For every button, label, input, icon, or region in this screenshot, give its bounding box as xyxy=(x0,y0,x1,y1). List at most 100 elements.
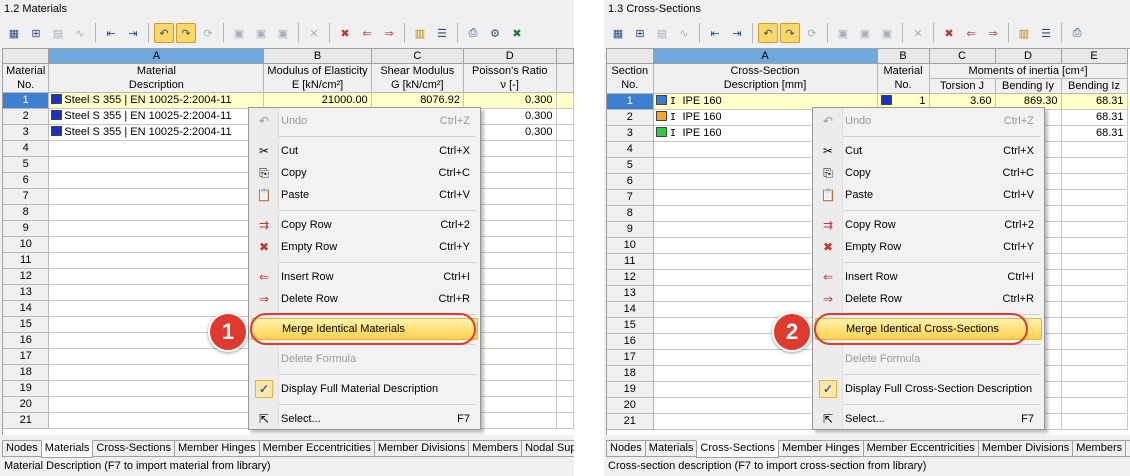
empty-cell[interactable] xyxy=(1061,349,1128,366)
empty-cell[interactable] xyxy=(1061,141,1128,158)
empty-cell[interactable] xyxy=(556,268,574,285)
empty-cell[interactable] xyxy=(48,236,265,253)
column-letter[interactable]: A xyxy=(653,49,878,64)
row-number[interactable]: 14 xyxy=(607,301,654,318)
sheet-tab[interactable]: Member Hinges xyxy=(174,441,260,457)
undo-arrow-icon[interactable]: ↶ xyxy=(154,23,174,43)
row-number[interactable]: 18 xyxy=(3,364,50,381)
empty-cell[interactable] xyxy=(48,140,265,157)
poisson-cell[interactable]: 0.300 xyxy=(463,92,557,109)
print-icon[interactable]: ⎙ xyxy=(463,23,483,43)
clear-icon[interactable]: ✕ xyxy=(304,23,324,43)
sheet-tab[interactable]: Member Divisions xyxy=(373,441,470,457)
row-number[interactable]: 3 xyxy=(607,125,654,142)
row-number[interactable]: 12 xyxy=(3,268,50,285)
refresh-icon[interactable]: ⟳ xyxy=(198,23,218,43)
shear-cell[interactable]: 8076.92 xyxy=(371,92,464,109)
table-icon[interactable]: ▤ xyxy=(48,23,68,43)
empty-cell[interactable] xyxy=(1061,397,1128,414)
row-number[interactable]: 1 xyxy=(607,93,654,110)
menu-paste[interactable]: 📋 Paste Ctrl+V xyxy=(815,184,1042,206)
row-number[interactable]: 8 xyxy=(3,204,50,221)
empty-cell[interactable] xyxy=(1061,413,1128,430)
empty-cell[interactable] xyxy=(1061,157,1128,174)
column-letter[interactable]: C xyxy=(371,49,464,64)
row-number[interactable]: 17 xyxy=(607,349,654,366)
row-number[interactable]: 10 xyxy=(3,236,50,253)
graph-icon[interactable]: ∿ xyxy=(674,23,694,43)
empty-cell[interactable] xyxy=(556,380,574,397)
insert-table-icon[interactable]: ⊞ xyxy=(630,23,650,43)
menu-select[interactable]: ⇱ Select... F7 xyxy=(251,408,478,430)
insert-table-icon[interactable]: ⊞ xyxy=(26,23,46,43)
empty-cell[interactable] xyxy=(556,156,574,173)
table-icon[interactable]: ▤ xyxy=(652,23,672,43)
menu-undo[interactable]: ↶ Undo Ctrl+Z xyxy=(815,110,1042,132)
redo-arrow-icon[interactable]: ↷ xyxy=(780,23,800,43)
remove-row-icon[interactable]: ⇒ xyxy=(983,23,1003,43)
column-letter[interactable]: B xyxy=(263,49,372,64)
insert-row-icon[interactable]: ⇐ xyxy=(961,23,981,43)
empty-cell[interactable] xyxy=(556,140,574,157)
empty-cell[interactable] xyxy=(1061,269,1128,286)
empty-cell[interactable] xyxy=(556,220,574,237)
export-icon[interactable]: ⇥ xyxy=(123,23,143,43)
empty-cell[interactable] xyxy=(1061,221,1128,238)
empty-cell[interactable] xyxy=(1061,253,1128,270)
filter-3-icon[interactable]: ▣ xyxy=(273,23,293,43)
column-letter[interactable]: E xyxy=(1061,49,1128,64)
empty-cell[interactable] xyxy=(1061,365,1128,382)
row-number[interactable]: 6 xyxy=(607,173,654,190)
empty-cell[interactable] xyxy=(556,396,574,413)
empty-cell[interactable] xyxy=(556,412,574,429)
filter-icon[interactable]: ▣ xyxy=(229,23,249,43)
filter-2-icon[interactable]: ▣ xyxy=(855,23,875,43)
empty-cell[interactable] xyxy=(48,412,265,429)
menu-paste[interactable]: 📋 Paste Ctrl+V xyxy=(251,184,478,206)
rows-icon[interactable]: ☰ xyxy=(1036,23,1056,43)
empty-cell[interactable] xyxy=(48,284,265,301)
row-number[interactable]: 7 xyxy=(607,189,654,206)
row-number[interactable]: 9 xyxy=(607,221,654,238)
bending-z-cell[interactable]: 68.31 xyxy=(1061,125,1128,142)
bending-z-cell[interactable]: 68.31 xyxy=(1061,93,1128,110)
refresh-icon[interactable]: ⟳ xyxy=(802,23,822,43)
empty-cell[interactable] xyxy=(556,364,574,381)
row-number[interactable]: 5 xyxy=(3,156,50,173)
empty-cell[interactable] xyxy=(556,188,574,205)
material-description-cell[interactable]: Steel S 355 | EN 10025-2:2004-11 xyxy=(48,124,265,141)
menu-copy-row[interactable]: ⇉ Copy Row Ctrl+2 xyxy=(815,214,1042,236)
sheet-tab[interactable]: Member Eccentricities xyxy=(862,441,979,457)
remove-row-icon[interactable]: ⇒ xyxy=(379,23,399,43)
menu-select[interactable]: ⇱ Select... F7 xyxy=(815,408,1042,430)
sheet-tab[interactable]: No xyxy=(1125,441,1130,457)
column-letter[interactable]: A xyxy=(48,49,265,64)
empty-cell[interactable] xyxy=(1061,205,1128,222)
menu-copy-row[interactable]: ⇉ Copy Row Ctrl+2 xyxy=(251,214,478,236)
empty-cell[interactable] xyxy=(1061,173,1128,190)
empty-cell[interactable] xyxy=(556,252,574,269)
row-number[interactable]: 20 xyxy=(607,397,654,414)
empty-cell[interactable] xyxy=(1061,237,1128,254)
menu-copy[interactable]: ⎘ Copy Ctrl+C xyxy=(815,162,1042,184)
menu-delete-row[interactable]: ⇒ Delete Row Ctrl+R xyxy=(815,288,1042,310)
column-icon[interactable]: ▥ xyxy=(1014,23,1034,43)
empty-cell[interactable] xyxy=(48,268,265,285)
insert-row-icon[interactable]: ⇐ xyxy=(357,23,377,43)
menu-copy[interactable]: ⎘ Copy Ctrl+C xyxy=(251,162,478,184)
menu-delete-row[interactable]: ⇒ Delete Row Ctrl+R xyxy=(251,288,478,310)
sheet-tab[interactable]: Nodal Supp xyxy=(521,441,574,457)
empty-cell[interactable] xyxy=(1061,381,1128,398)
row-number[interactable]: 21 xyxy=(607,413,654,430)
sheet-tab[interactable]: Materials xyxy=(40,440,94,458)
sheet-tab[interactable]: Member Hinges xyxy=(778,441,864,457)
row-number[interactable]: 15 xyxy=(607,317,654,334)
menu-cut[interactable]: ✂ Cut Ctrl+X xyxy=(815,140,1042,162)
row-number[interactable]: 2 xyxy=(607,109,654,126)
column-letter[interactable]: B xyxy=(877,49,930,64)
modulus-cell[interactable]: 21000.00 xyxy=(263,92,372,109)
empty-cell[interactable] xyxy=(556,236,574,253)
row-number[interactable]: 21 xyxy=(3,412,50,429)
empty-cell[interactable] xyxy=(556,172,574,189)
empty-cell[interactable] xyxy=(48,172,265,189)
